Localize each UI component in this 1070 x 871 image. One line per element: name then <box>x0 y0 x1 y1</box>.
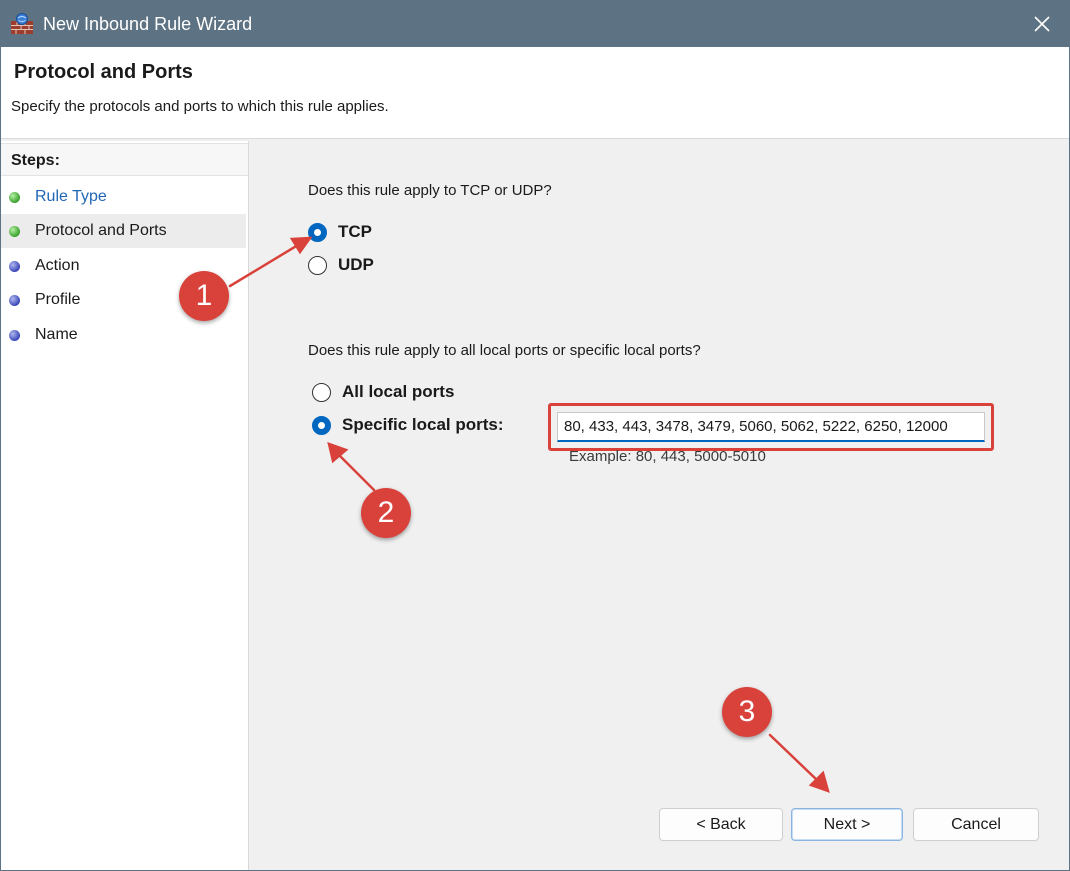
step-label: Name <box>35 326 78 343</box>
step-label: Action <box>35 257 80 274</box>
step-pending-icon <box>9 329 20 341</box>
radio-checked-icon[interactable] <box>312 415 331 435</box>
cancel-button[interactable]: Cancel <box>913 808 1039 841</box>
close-button[interactable] <box>1015 1 1069 47</box>
wizard-window: New Inbound Rule Wizard Protocol and Por… <box>0 0 1070 871</box>
ports-example-text: Example: 80, 443, 5000-5010 <box>569 448 766 465</box>
step-pending-icon <box>9 260 20 272</box>
ports-question: Does this rule apply to all local ports … <box>308 342 701 359</box>
step-pending-icon <box>9 294 20 306</box>
firewall-icon <box>11 13 33 34</box>
steps-header: Steps: <box>1 143 248 176</box>
page-subtitle: Specify the protocols and ports to which… <box>11 98 389 115</box>
close-icon <box>1034 16 1050 32</box>
radio-checked-icon[interactable] <box>308 222 327 242</box>
page-title: Protocol and Ports <box>14 61 193 83</box>
next-button[interactable]: Next > <box>791 808 903 841</box>
annotation-badge-3: 3 <box>722 687 772 737</box>
radio-specific-local-ports[interactable]: Specific local ports: <box>312 415 504 435</box>
step-done-icon <box>9 191 20 203</box>
back-button[interactable]: < Back <box>659 808 783 841</box>
protocol-question: Does this rule apply to TCP or UDP? <box>308 182 552 199</box>
radio-unchecked-icon[interactable] <box>312 382 331 402</box>
radio-udp[interactable]: UDP <box>308 255 374 275</box>
specific-ports-input[interactable] <box>557 412 985 442</box>
radio-all-local-ports-label: All local ports <box>342 382 455 401</box>
step-label: Protocol and Ports <box>35 222 167 239</box>
steps-heading: Steps: <box>11 152 60 169</box>
radio-specific-local-ports-label: Specific local ports: <box>342 415 504 434</box>
step-protocol-and-ports[interactable]: Protocol and Ports <box>1 214 246 248</box>
radio-unchecked-icon[interactable] <box>308 255 327 275</box>
step-rule-type[interactable]: Rule Type <box>1 180 246 214</box>
step-name[interactable]: Name <box>1 318 246 352</box>
step-label: Profile <box>35 291 81 308</box>
annotation-badge-1: 1 <box>179 271 229 321</box>
radio-udp-label: UDP <box>338 255 374 274</box>
step-current-icon <box>9 225 20 237</box>
title-bar[interactable]: New Inbound Rule Wizard <box>1 1 1069 47</box>
radio-tcp[interactable]: TCP <box>308 222 372 242</box>
annotation-badge-2: 2 <box>361 488 411 538</box>
steps-panel: Steps: Rule Type Protocol and Ports Acti… <box>1 141 249 870</box>
page-header: Protocol and Ports Specify the protocols… <box>1 47 1069 139</box>
radio-tcp-label: TCP <box>338 222 372 241</box>
window-title: New Inbound Rule Wizard <box>43 14 253 34</box>
radio-all-local-ports[interactable]: All local ports <box>312 382 454 402</box>
step-label: Rule Type <box>35 188 107 205</box>
